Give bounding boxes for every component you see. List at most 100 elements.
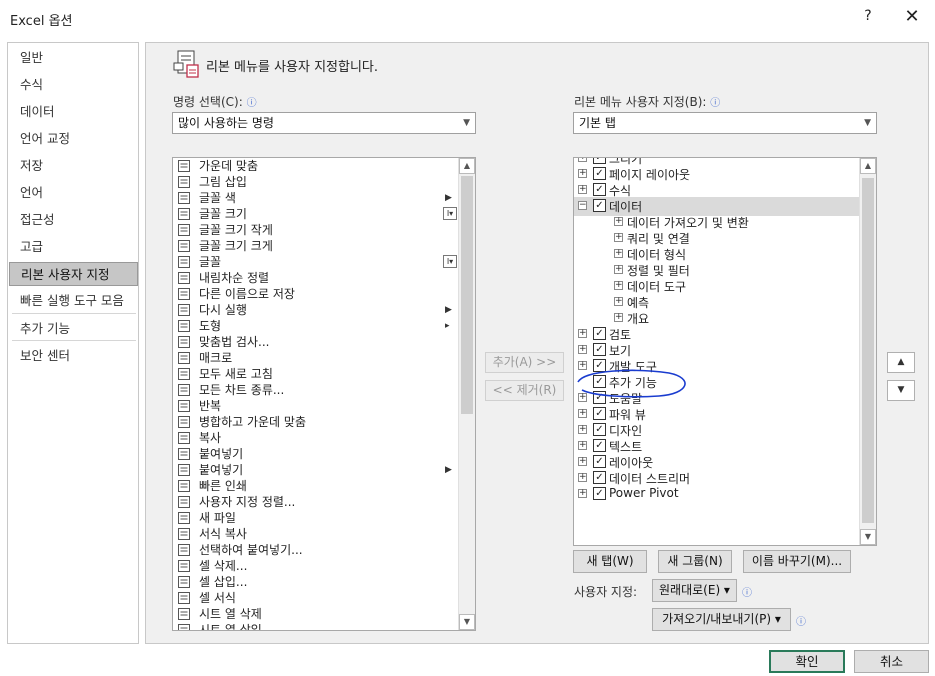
- decrease-font-icon: [177, 223, 191, 237]
- insert-cells-icon: [177, 575, 191, 589]
- refresh-all-icon: [177, 367, 191, 381]
- command-item[interactable]: 다시 실행 ▶: [173, 302, 463, 318]
- command-item[interactable]: 붙여넣기 ▶: [173, 462, 463, 478]
- nav-separator: [12, 313, 136, 314]
- command-label: 맞춤법 검사...: [199, 335, 270, 349]
- help-button[interactable]: ?: [858, 8, 878, 28]
- commands-dropdown[interactable]: 많이 사용하는 명령 ▼: [172, 112, 476, 134]
- command-label: 붙여넣기: [199, 463, 244, 477]
- close-button[interactable]: ✕: [900, 6, 924, 30]
- command-label: 새 파일: [199, 511, 236, 525]
- nav-item[interactable]: 수식: [9, 73, 138, 97]
- command-item[interactable]: 병합하고 가운데 맞춤: [173, 414, 463, 430]
- commands-label-text: 명령 선택(C):: [173, 95, 243, 109]
- command-item[interactable]: 글꼴 크기 작게: [173, 222, 463, 238]
- nav-item[interactable]: 저장: [9, 154, 138, 178]
- commands-dropdown-value: 많이 사용하는 명령: [178, 116, 274, 130]
- scroll-thumb[interactable]: [461, 176, 473, 414]
- scroll-down-icon[interactable]: ▼: [459, 614, 475, 630]
- command-item[interactable]: 모든 차트 종류...: [173, 382, 463, 398]
- nav-item[interactable]: 고급: [9, 235, 138, 259]
- command-label: 모든 차트 종류...: [199, 383, 285, 397]
- move-up-button[interactable]: ▲: [887, 352, 915, 373]
- nav-item[interactable]: 접근성: [9, 208, 138, 232]
- sort-descending-icon: [177, 271, 191, 285]
- command-label: 시트 열 삭제: [199, 607, 262, 621]
- rename-button[interactable]: 이름 바꾸기(M)...: [743, 550, 851, 573]
- combo-control-icon: I▾: [443, 255, 457, 268]
- all-charts-icon: [177, 383, 191, 397]
- command-item[interactable]: 빠른 인쇄: [173, 478, 463, 494]
- customize-ribbon-icon: [173, 50, 199, 78]
- info-icon: ⓘ: [742, 588, 752, 599]
- command-item[interactable]: 가운데 맞춤: [173, 158, 463, 174]
- command-item[interactable]: 셀 서식: [173, 590, 463, 606]
- command-item[interactable]: 서식 복사: [173, 526, 463, 542]
- nav-item[interactable]: 리본 사용자 지정: [9, 262, 138, 286]
- command-label: 선택하여 붙여넣기...: [199, 543, 303, 557]
- nav-item[interactable]: 빠른 실행 도구 모음: [9, 289, 138, 313]
- command-item[interactable]: 맞춤법 검사...: [173, 334, 463, 350]
- command-item[interactable]: 선택하여 붙여넣기...: [173, 542, 463, 558]
- command-item[interactable]: 셀 삽입...: [173, 574, 463, 590]
- command-item[interactable]: 다른 이름으로 저장: [173, 286, 463, 302]
- nav-item[interactable]: 보안 센터: [9, 344, 138, 368]
- command-label: 다시 실행: [199, 303, 247, 317]
- command-item[interactable]: 매크로: [173, 350, 463, 366]
- commands-scrollbar[interactable]: ▲ ▼: [458, 158, 475, 630]
- ok-button[interactable]: 확인: [769, 650, 845, 673]
- commands-list[interactable]: 가운데 맞춤 그림 삽입 글꼴 색 ▶ 글꼴 크기 I▾ 글꼴 크기 작게 글꼴 크기 크게 글…: [172, 157, 476, 631]
- nav-item[interactable]: 추가 기능: [9, 317, 138, 341]
- shapes-icon: [177, 319, 191, 333]
- nav-item[interactable]: 언어: [9, 181, 138, 205]
- format-cells-icon: [177, 591, 191, 605]
- submenu-arrow-icon: ▸: [445, 321, 450, 331]
- format-painter-icon: [177, 527, 191, 541]
- nav-item[interactable]: 일반: [9, 46, 138, 70]
- command-item[interactable]: 반복: [173, 398, 463, 414]
- reset-button[interactable]: 원래대로(E) ▾: [652, 579, 737, 602]
- align-center-icon: [177, 159, 191, 173]
- command-item[interactable]: 시트 열 삭제: [173, 606, 463, 622]
- submenu-arrow-icon: ▶: [445, 305, 452, 315]
- command-item[interactable]: 글꼴 크기 크게: [173, 238, 463, 254]
- command-item[interactable]: 새 파일: [173, 510, 463, 526]
- command-item[interactable]: 셀 삭제...: [173, 558, 463, 574]
- delete-cells-icon: [177, 559, 191, 573]
- command-label: 빠른 인쇄: [199, 479, 247, 493]
- command-item[interactable]: 그림 삽입: [173, 174, 463, 190]
- ribbon-dropdown-value: 기본 탭: [579, 116, 616, 130]
- nav-item[interactable]: 언어 교정: [9, 127, 138, 151]
- command-item[interactable]: 도형 ▸: [173, 318, 463, 334]
- command-label: 모두 새로 고침: [199, 367, 273, 381]
- command-label: 반복: [199, 399, 222, 413]
- command-item[interactable]: 글꼴 색 ▶: [173, 190, 463, 206]
- command-item[interactable]: 시트 열 삽입: [173, 622, 463, 631]
- command-label: 내림차순 정렬: [199, 271, 270, 285]
- command-label: 그림 삽입: [199, 175, 247, 189]
- command-item[interactable]: 사용자 지정 정렬...: [173, 494, 463, 510]
- main-panel: 리본 메뉴를 사용자 지정합니다. 명령 선택(C): ⓘ 많이 사용하는 명령…: [145, 42, 929, 644]
- import-export-button[interactable]: 가져오기/내보내기(P) ▾: [652, 608, 791, 631]
- command-label: 시트 열 삽입: [199, 623, 262, 631]
- command-item[interactable]: 복사: [173, 430, 463, 446]
- font-color-icon: [177, 191, 191, 205]
- cancel-button[interactable]: 취소: [854, 650, 929, 673]
- paste-icon: [177, 447, 191, 461]
- command-item[interactable]: 글꼴 I▾: [173, 254, 463, 270]
- command-item[interactable]: 모두 새로 고침: [173, 366, 463, 382]
- scroll-up-icon[interactable]: ▲: [459, 158, 475, 174]
- ribbon-dropdown[interactable]: 기본 탭 ▼: [573, 112, 877, 134]
- ribbon-tree[interactable]: + ✓ 그리기 + ✓ 페이지 레이아웃 + ✓ 수식 − ✓ 데이터 + 데이터 가져오기 및 변환 + 쿼…: [573, 157, 877, 546]
- new-group-button[interactable]: 새 그룹(N): [658, 550, 732, 573]
- add-button[interactable]: 추가(A) >>: [485, 352, 564, 373]
- command-item[interactable]: 내림차순 정렬: [173, 270, 463, 286]
- command-item[interactable]: 붙여넣기: [173, 446, 463, 462]
- new-tab-button[interactable]: 새 탭(W): [573, 550, 647, 573]
- command-item[interactable]: 글꼴 크기 I▾: [173, 206, 463, 222]
- move-down-button[interactable]: ▼: [887, 380, 915, 401]
- ribbon-label-text: 리본 메뉴 사용자 지정(B):: [574, 95, 707, 109]
- nav-item[interactable]: 데이터: [9, 100, 138, 124]
- remove-button[interactable]: << 제거(R): [485, 380, 564, 401]
- annotation-ellipse: [577, 369, 686, 398]
